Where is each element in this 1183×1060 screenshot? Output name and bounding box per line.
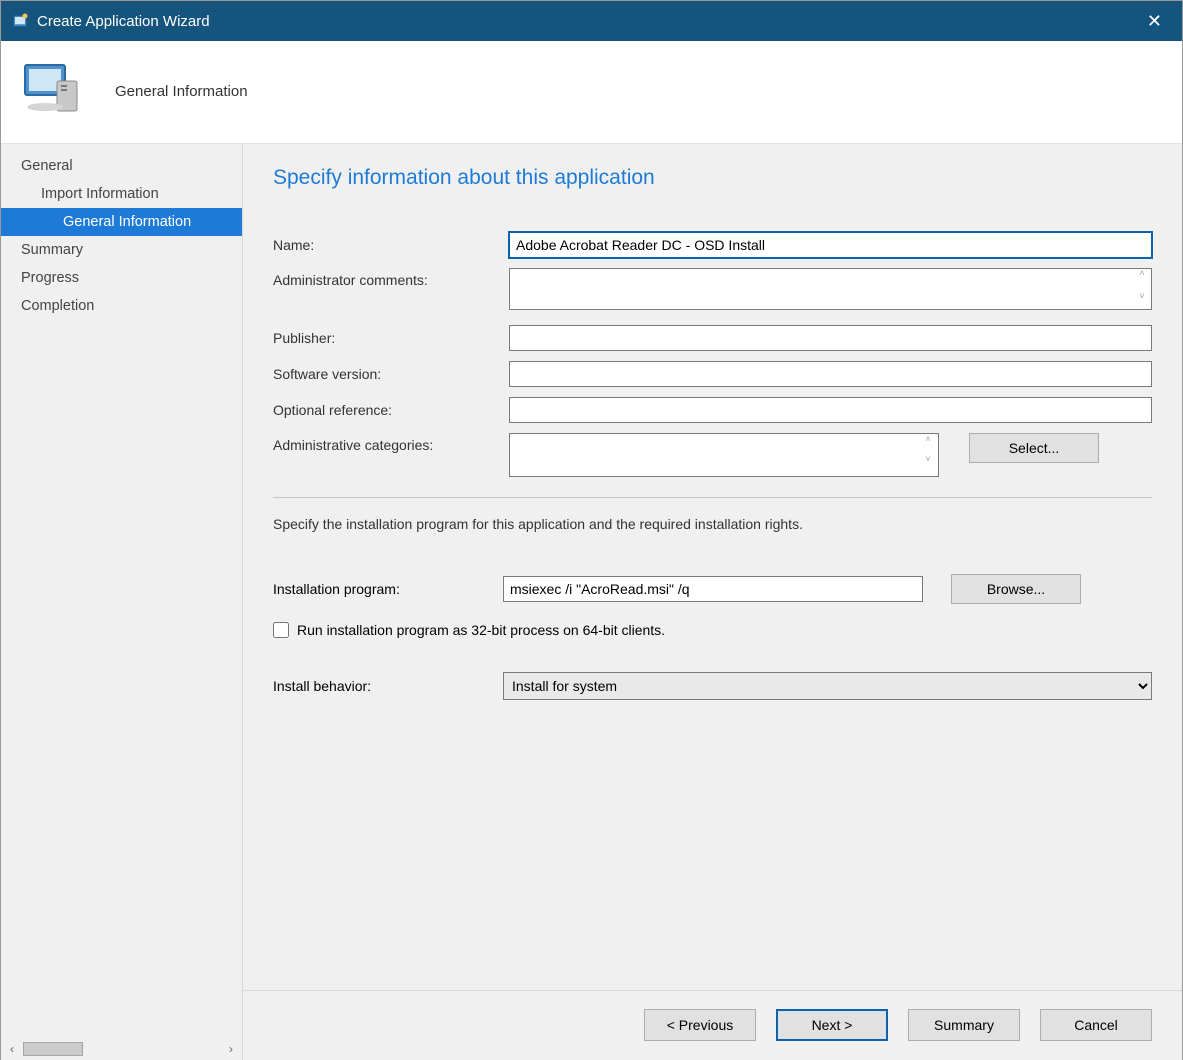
main-heading: Specify information about this applicati… [273,166,1152,190]
label-software-version: Software version: [273,366,503,382]
chevron-up-icon[interactable]: ˄ [920,435,936,455]
scroll-right-icon[interactable]: › [224,1042,238,1056]
install-note-text: Specify the installation program for thi… [273,516,1152,532]
next-button[interactable]: Next > [776,1009,888,1041]
install-behavior-select[interactable]: Install for systemInstall for userInstal… [503,672,1152,700]
sidebar-item-import-information[interactable]: Import Information [1,180,242,208]
admin-categories-list[interactable]: ˄ ˅ [509,433,939,477]
label-optional-reference: Optional reference: [273,402,503,418]
page-header: General Information [1,41,1182,144]
cancel-button[interactable]: Cancel [1040,1009,1152,1041]
label-install-program: Installation program: [273,581,497,597]
name-input[interactable] [509,232,1152,258]
wizard-sidebar: GeneralImport InformationGeneral Informa… [1,144,243,1060]
window-title: Create Application Wizard [37,13,210,30]
chevron-up-icon[interactable]: ˄ [1134,269,1150,292]
chevron-down-icon[interactable]: ˅ [1134,292,1150,315]
titlebar: Create Application Wizard ✕ [1,1,1182,41]
run-32bit-row[interactable]: Run installation program as 32-bit proce… [273,622,1152,638]
sidebar-item-summary[interactable]: Summary [1,236,242,264]
scrollbar-thumb[interactable] [23,1042,83,1056]
scroll-left-icon[interactable]: ‹ [5,1042,19,1056]
computer-icon [21,59,85,123]
software-version-input[interactable] [509,361,1152,387]
admin-comments-input[interactable] [509,268,1152,310]
optional-reference-input[interactable] [509,397,1152,423]
label-name: Name: [273,237,503,253]
sidebar-item-progress[interactable]: Progress [1,264,242,292]
sidebar-item-general[interactable]: General [1,152,242,180]
sidebar-item-completion[interactable]: Completion [1,292,242,320]
label-publisher: Publisher: [273,330,503,346]
sidebar-item-general-information[interactable]: General Information [1,208,242,236]
run-32bit-checkbox[interactable] [273,622,289,638]
label-admin-categories: Administrative categories: [273,433,503,453]
sidebar-horizontal-scrollbar[interactable]: ‹ › [1,1038,242,1060]
divider [273,497,1152,498]
summary-button[interactable]: Summary [908,1009,1020,1041]
main-panel: Specify information about this applicati… [243,144,1182,1060]
publisher-input[interactable] [509,325,1152,351]
run-32bit-label: Run installation program as 32-bit proce… [297,622,665,638]
close-icon[interactable]: ✕ [1139,7,1170,36]
wizard-footer: < Previous Next > Summary Cancel [243,990,1182,1059]
previous-button[interactable]: < Previous [644,1009,756,1041]
select-categories-button[interactable]: Select... [969,433,1099,463]
label-install-behavior: Install behavior: [273,678,497,694]
install-program-input[interactable] [503,576,923,602]
label-admin-comments: Administrator comments: [273,268,503,288]
page-title: General Information [115,83,248,100]
browse-button[interactable]: Browse... [951,574,1081,604]
wizard-app-icon [13,13,29,29]
chevron-down-icon[interactable]: ˅ [920,455,936,475]
